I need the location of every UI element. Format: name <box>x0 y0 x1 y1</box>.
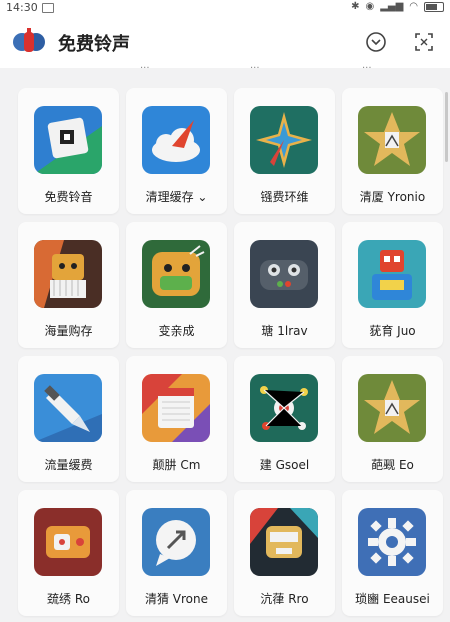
app-bar: 免费铃声 <box>0 16 450 68</box>
app-label: 清理缓存 ⌄ <box>145 190 208 204</box>
app-label: 清猜 Vrone <box>144 592 209 606</box>
battery-icon <box>424 1 444 12</box>
robot-face-icon <box>250 508 318 576</box>
app-label: 瑭 1lrav <box>261 324 308 338</box>
app-label: 莸育 Juo <box>369 324 416 338</box>
grid-row: 海量购存 变亲成 瑭 1lrav 莸育 Juo <box>8 222 443 354</box>
app-tile[interactable]: 巯绣 Ro <box>18 490 119 616</box>
app-label: 沆葎 Rro <box>260 592 309 606</box>
app-title: 免费铃声 <box>58 34 130 55</box>
status-bar: 14:30 ✱ ◉ ▂▄▆ ◠ <box>0 0 450 16</box>
creature-face-icon <box>142 240 210 308</box>
eye-icon: ◉ <box>365 1 375 12</box>
app-tile[interactable]: 清厦 Yronio <box>342 88 443 214</box>
app-label: 巯绣 Ro <box>47 592 90 606</box>
app-label: 流量缓费 <box>44 458 93 472</box>
app-label: 海量购存 <box>44 324 93 338</box>
app-tile[interactable]: 流量缓费 <box>18 356 119 482</box>
game-controller-icon <box>34 508 102 576</box>
bluetooth-icon: ✱ <box>351 1 360 12</box>
app-label: 葩觋 Eo <box>371 458 414 472</box>
app-tile[interactable]: 颠肼 Cm <box>126 356 227 482</box>
app-tile[interactable]: 建 Gsoel <box>234 356 335 482</box>
signal-icon: ▂▄▆ <box>380 1 404 12</box>
scrollbar[interactable] <box>445 92 448 162</box>
app-logo-icon <box>13 28 45 52</box>
gamepad-icon <box>250 240 318 308</box>
app-tile[interactable]: 海量购存 <box>18 222 119 348</box>
peek-label: ... <box>250 60 260 71</box>
cloud-cleaner-icon <box>142 106 210 174</box>
wifi-icon: ◠ <box>409 1 418 12</box>
app-label: 琐豳 Eeausei <box>355 592 430 606</box>
image-notification-icon <box>42 3 54 13</box>
gold-star-icon <box>358 106 426 174</box>
calendar-icon <box>142 374 210 442</box>
app-tile[interactable]: 葩觋 Eo <box>342 356 443 482</box>
download-icon[interactable] <box>364 30 388 54</box>
app-tile[interactable]: 瑭 1lrav <box>234 222 335 348</box>
app-tile[interactable]: 免费铃音 <box>18 88 119 214</box>
ringtone-icon <box>34 106 102 174</box>
app-tile[interactable]: 沆葎 Rro <box>234 490 335 616</box>
app-label: 清厦 Yronio <box>359 190 426 204</box>
status-time: 14:30 <box>6 1 38 14</box>
gear-icon <box>358 508 426 576</box>
app-tile[interactable]: 变亲成 <box>126 222 227 348</box>
star-compass-icon <box>250 106 318 174</box>
chat-bubble-icon <box>142 508 210 576</box>
app-tile[interactable]: 琐豳 Eeausei <box>342 490 443 616</box>
grid-row: 巯绣 Ro 清猜 Vrone 沆葎 Rro 琐豳 Eeausei <box>8 490 443 622</box>
mask-character-icon <box>34 240 102 308</box>
app-label: 镪费环维 <box>260 190 309 204</box>
grid-row: 流量缓费 颠肼 Cm 建 Gsoel 葩觋 Eo <box>8 356 443 488</box>
app-label: 建 Gsoel <box>259 458 310 472</box>
peek-label: ... <box>362 60 372 71</box>
app-tile[interactable]: 清理缓存 ⌄ <box>126 88 227 214</box>
app-label: 颠肼 Cm <box>152 458 201 472</box>
app-tile[interactable]: 镪费环维 <box>234 88 335 214</box>
fullscreen-icon[interactable] <box>412 30 436 54</box>
peek-label: ... <box>140 60 150 71</box>
cleaning-brush-icon <box>34 374 102 442</box>
grid-row: 免费铃音 清理缓存 ⌄ 镪费环维 清厦 Yronio <box>8 88 443 220</box>
app-tile[interactable]: 莸育 Juo <box>342 222 443 348</box>
robot-figure-icon <box>358 240 426 308</box>
app-label: 变亲成 <box>158 324 195 338</box>
app-label: 免费铃音 <box>44 190 93 204</box>
app-tile[interactable]: 清猜 Vrone <box>126 490 227 616</box>
status-icons: ✱ ◉ ▂▄▆ ◠ <box>351 1 444 12</box>
gold-star-icon <box>358 374 426 442</box>
network-nodes-icon <box>250 374 318 442</box>
